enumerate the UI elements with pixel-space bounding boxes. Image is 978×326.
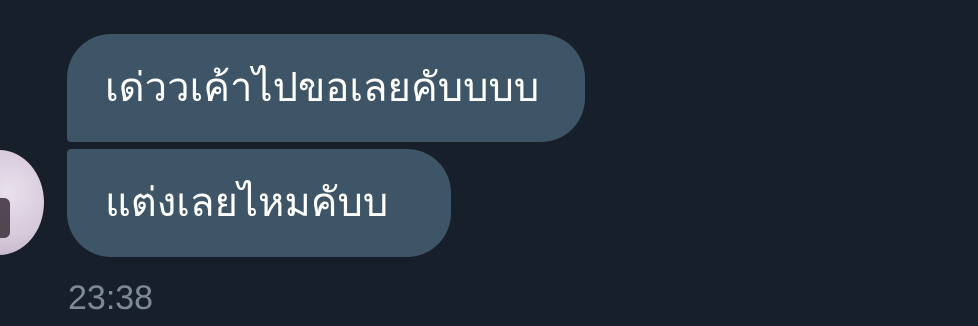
message-text: เด่ววเค้าไปขอเลยคับบบบ (105, 65, 540, 111)
message-timestamp: 23:38 (68, 279, 154, 317)
chat-thread: เด่ววเค้าไปขอเลยคับบบบ แต่งเลยไหมคับบ 23… (0, 0, 978, 326)
message-bubble[interactable]: แต่งเลยไหมคับบ (67, 149, 451, 257)
message-text: แต่งเลยไหมคับบ (105, 180, 389, 226)
avatar[interactable] (0, 150, 44, 255)
avatar-photo-detail (0, 198, 10, 238)
message-bubble[interactable]: เด่ววเค้าไปขอเลยคับบบบ (67, 34, 585, 142)
